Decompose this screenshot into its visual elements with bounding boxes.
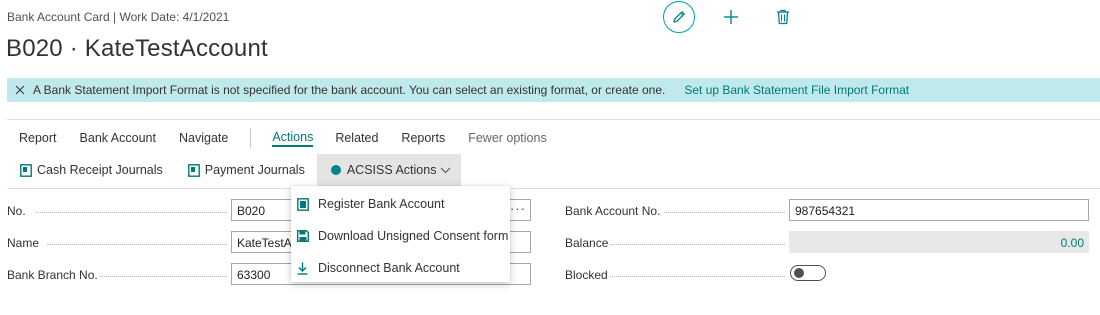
- journal-icon: [187, 163, 200, 177]
- no-label: No.: [7, 204, 26, 218]
- dot-leader: [100, 276, 227, 277]
- banner-message: A Bank Statement Import Format is not sp…: [33, 83, 666, 97]
- dot-leader: [664, 212, 785, 213]
- menu-bank-account[interactable]: Bank Account: [80, 131, 156, 145]
- download-unsigned-consent-label: Download Unsigned Consent form: [318, 229, 509, 243]
- trash-icon: [777, 9, 789, 25]
- menu-fewer-options[interactable]: Fewer options: [468, 131, 547, 145]
- blocked-toggle[interactable]: [790, 265, 826, 281]
- register-bank-account-item[interactable]: Register Bank Account: [291, 188, 510, 220]
- balance-label: Balance: [565, 236, 609, 250]
- delete-button[interactable]: [770, 4, 796, 30]
- name-label: Name: [7, 236, 40, 250]
- payment-journals-button[interactable]: Payment Journals: [187, 154, 305, 186]
- header-divider: [7, 119, 1100, 120]
- pencil-icon: [673, 11, 685, 23]
- menu-navigate[interactable]: Navigate: [179, 131, 228, 145]
- dot-leader: [610, 276, 785, 277]
- register-icon: [297, 197, 313, 211]
- acsiss-actions-button[interactable]: ACSISS Actions: [316, 154, 462, 186]
- dot-leader: [47, 244, 227, 245]
- download-icon: [297, 262, 313, 275]
- disconnect-bank-account-item[interactable]: Disconnect Bank Account: [291, 252, 510, 284]
- save-icon: [297, 230, 313, 242]
- plus-icon: [724, 10, 738, 24]
- notification-banner: A Bank Statement Import Format is not sp…: [7, 78, 1100, 102]
- journal-icon: [20, 163, 32, 177]
- register-bank-account-label: Register Bank Account: [318, 197, 445, 211]
- no-lookup-button[interactable]: ···: [510, 201, 526, 216]
- actions-toolbar: Cash Receipt Journals Payment Journals A…: [7, 154, 462, 186]
- bank-account-no-field[interactable]: 987654321: [789, 199, 1089, 221]
- form-divider: [7, 188, 1100, 189]
- payment-journals-label: Payment Journals: [204, 163, 305, 177]
- dot-leader: [611, 244, 785, 245]
- cash-receipt-journals-label: Cash Receipt Journals: [37, 163, 163, 177]
- menu-report[interactable]: Report: [19, 131, 57, 145]
- menu-actions[interactable]: Actions: [272, 130, 314, 147]
- acsiss-actions-label: ACSISS Actions: [346, 163, 437, 177]
- blocked-label: Blocked: [565, 268, 608, 282]
- breadcrumb: Bank Account Card | Work Date: 4/1/2021: [7, 10, 230, 24]
- action-menu-bar: Report Bank Account Navigate Actions Rel…: [7, 128, 547, 148]
- dot-leader: [36, 212, 227, 213]
- cash-receipt-journals-button[interactable]: Cash Receipt Journals: [20, 154, 163, 186]
- disconnect-bank-account-label: Disconnect Bank Account: [318, 261, 460, 275]
- bank-account-no-label: Bank Account No.: [565, 204, 661, 218]
- menu-separator: [250, 128, 252, 148]
- menu-reports[interactable]: Reports: [401, 131, 445, 145]
- menu-related[interactable]: Related: [335, 131, 378, 145]
- banner-setup-link[interactable]: Set up Bank Statement File Import Format: [684, 83, 909, 97]
- balance-value[interactable]: 0.00: [789, 231, 1089, 253]
- close-icon: [15, 85, 25, 95]
- banner-close-button[interactable]: [7, 85, 33, 95]
- acsiss-actions-dropdown: Register Bank Account Download Unsigned …: [291, 186, 510, 282]
- download-unsigned-consent-item[interactable]: Download Unsigned Consent form: [291, 220, 510, 252]
- bank-branch-no-label: Bank Branch No.: [7, 268, 98, 282]
- toggle-knob: [794, 268, 804, 278]
- new-button[interactable]: [718, 4, 744, 30]
- edit-button[interactable]: [663, 1, 695, 33]
- page-title: B020 · KateTestAccount: [6, 35, 268, 62]
- status-dot-icon: [330, 165, 341, 175]
- chevron-down-icon: [440, 167, 451, 174]
